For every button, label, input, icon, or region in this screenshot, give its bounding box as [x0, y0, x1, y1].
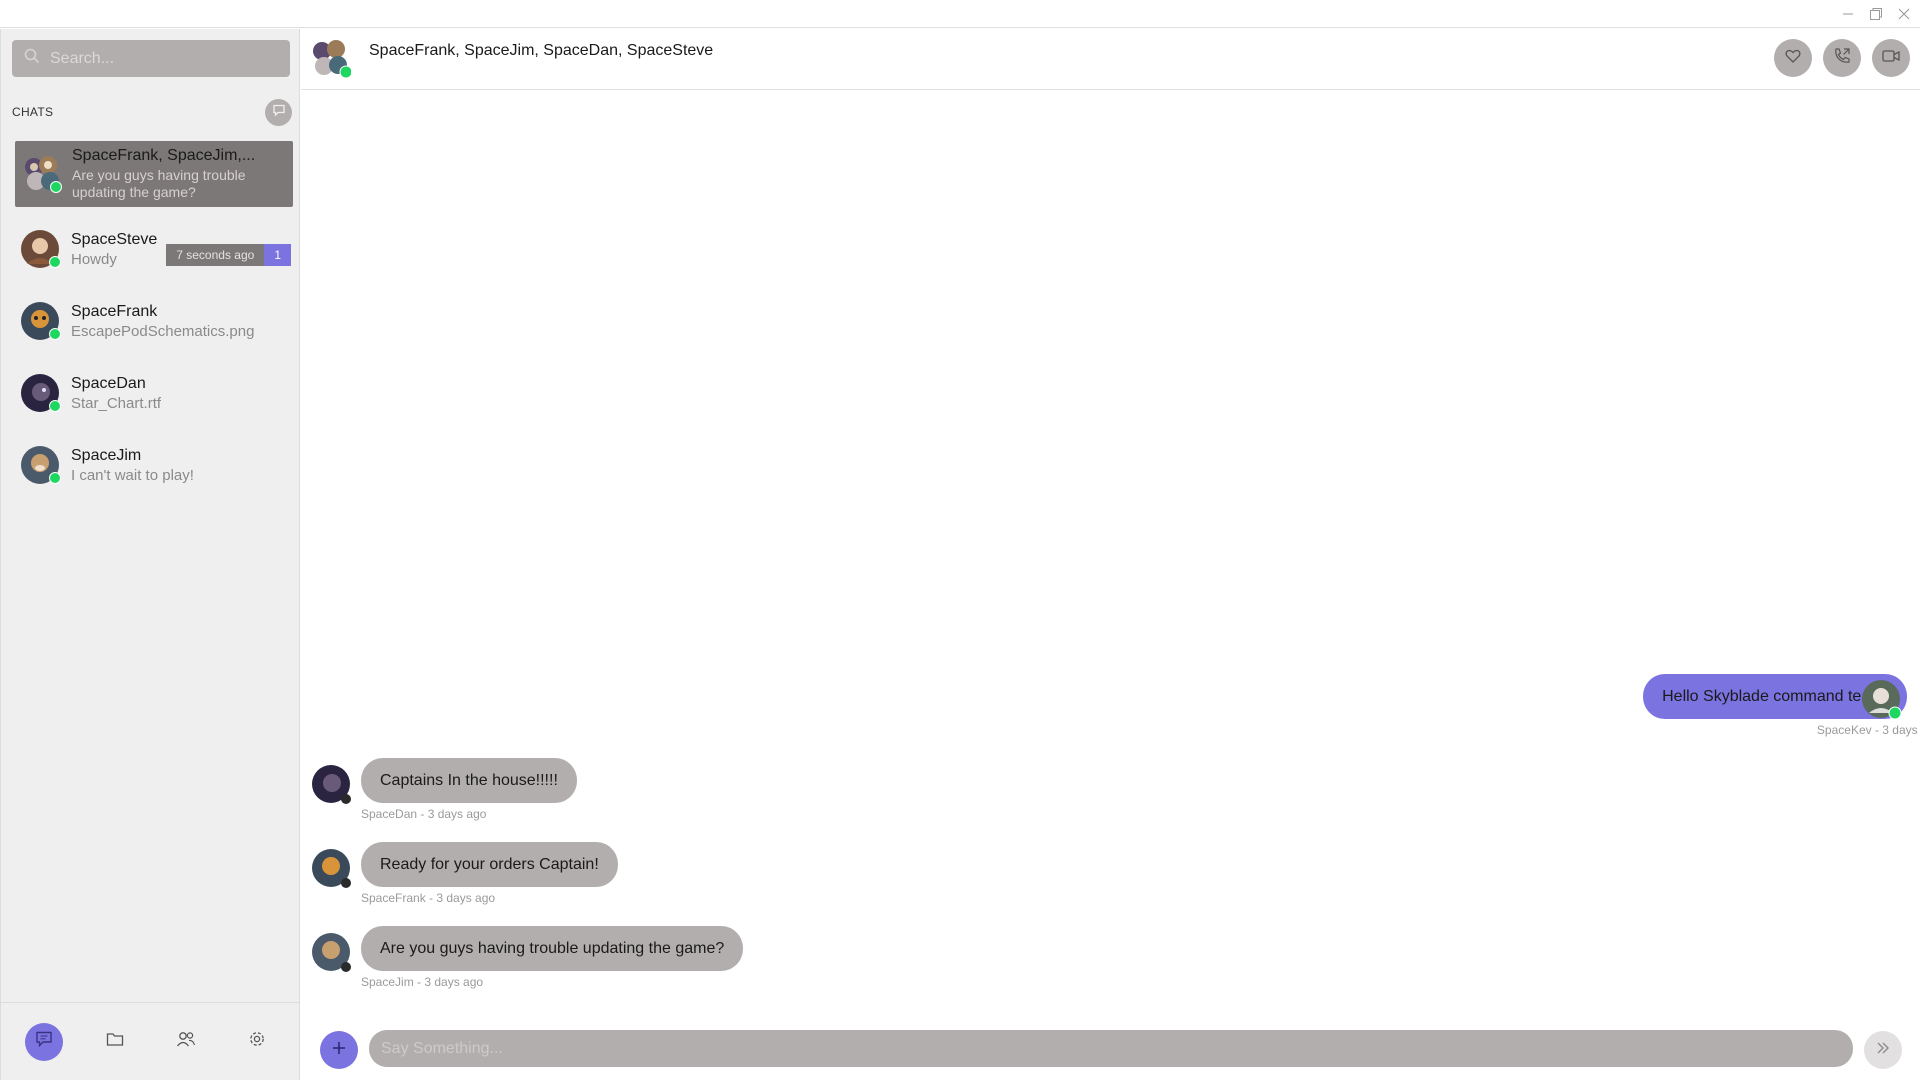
search-input[interactable]: [50, 49, 280, 68]
chat-name: SpaceDan: [71, 374, 146, 392]
message-meta: SpaceJim - 3 days ago: [361, 975, 484, 989]
online-indicator: [50, 181, 62, 193]
chat-item-group[interactable]: SpaceFrank, SpaceJim,... Are you guys ha…: [15, 141, 293, 207]
message-bubble: Are you guys having trouble updating the…: [361, 926, 744, 971]
chat-actions: [1774, 39, 1910, 77]
spacefrank-avatar: [21, 302, 61, 340]
window-controls: [1838, 4, 1914, 24]
group-avatar: [311, 39, 353, 79]
message-spacejim: Are you guys having trouble updating the…: [361, 926, 744, 989]
new-chat-icon: [272, 103, 286, 122]
bottom-nav: [1, 1002, 300, 1080]
folder-icon: [106, 1031, 124, 1052]
message-meta: SpaceFrank - 3 days ago: [361, 891, 496, 905]
search-icon: [24, 48, 40, 69]
restore-icon[interactable]: [1866, 4, 1886, 24]
chat-list: SpaceFrank, SpaceJim,... Are you guys ha…: [1, 141, 301, 501]
unread-count-badge: 1: [264, 244, 291, 266]
online-indicator: [49, 472, 61, 484]
online-indicator: [49, 328, 61, 340]
spacekev-avatar: [1862, 680, 1902, 720]
add-attachment-button[interactable]: [320, 1031, 358, 1069]
spacesteve-avatar: [21, 230, 61, 268]
chat-item-spacefrank[interactable]: SpaceFrank EscapePodSchematics.png: [1, 285, 301, 357]
online-indicator: [49, 256, 61, 268]
close-icon[interactable]: [1894, 4, 1914, 24]
favorite-button[interactable]: [1774, 39, 1812, 77]
nav-files-button[interactable]: [96, 1023, 134, 1061]
search-box[interactable]: [12, 40, 290, 77]
chat-item-spacedan[interactable]: SpaceDan Star_Chart.rtf: [1, 357, 301, 429]
chat-preview: Are you guys having trouble updating the…: [72, 167, 246, 200]
message-mine: Hello Skyblade command team! SpaceKev - …: [1575, 674, 1920, 737]
group-avatar: [22, 155, 62, 193]
nav-contacts-button[interactable]: [167, 1023, 205, 1061]
spacedan-avatar: [312, 765, 351, 804]
gear-icon: [248, 1030, 266, 1053]
message-input[interactable]: [369, 1030, 1853, 1067]
send-icon: [1875, 1040, 1891, 1061]
spacefrank-avatar: [312, 849, 351, 888]
message-meta: SpaceDan - 3 days ago: [361, 807, 487, 821]
composer: [301, 1017, 1920, 1080]
chat-preview: I can't wait to play!: [71, 466, 194, 484]
chat-name: SpaceSteve: [71, 230, 158, 248]
minimize-icon[interactable]: [1838, 4, 1858, 24]
chat-title: SpaceFrank, SpaceJim, SpaceDan, SpaceSte…: [369, 42, 714, 59]
chat-preview: Star_Chart.rtf: [71, 394, 162, 412]
window-titlebar: [0, 0, 1920, 28]
chat-pane: SpaceFrank, SpaceJim, SpaceDan, SpaceSte…: [301, 29, 1920, 1080]
chat-name: SpaceJim: [71, 446, 142, 464]
message-spacefrank: Ready for your orders Captain! SpaceFran…: [361, 842, 618, 905]
chat-item-spacejim[interactable]: SpaceJim I can't wait to play!: [1, 429, 301, 501]
message-meta: SpaceKev - 3 days ago: [1816, 723, 1920, 737]
chat-meta-row: 7 seconds ago 1: [166, 244, 291, 266]
chat-preview: Howdy: [71, 250, 117, 268]
chat-name: SpaceFrank, SpaceJim,...: [72, 147, 256, 164]
chat-preview: EscapePodSchematics.png: [71, 322, 255, 340]
plus-icon: [331, 1040, 347, 1061]
chat-name: SpaceFrank: [71, 302, 158, 320]
new-chat-button[interactable]: [265, 99, 292, 126]
phone-icon: [1833, 47, 1851, 70]
send-button[interactable]: [1864, 1031, 1902, 1069]
message-bubble: Ready for your orders Captain!: [361, 842, 618, 887]
video-call-button[interactable]: [1872, 39, 1910, 77]
nav-chats-button[interactable]: [25, 1022, 64, 1061]
users-icon: [176, 1030, 196, 1053]
heart-icon: [1785, 48, 1801, 69]
message-spacedan: Captains In the house!!!!! SpaceDan - 3 …: [361, 758, 577, 821]
time-badge: 7 seconds ago: [166, 244, 265, 266]
video-icon: [1882, 49, 1900, 68]
online-indicator: [49, 400, 61, 412]
voice-call-button[interactable]: [1823, 39, 1861, 77]
chat-header: SpaceFrank, SpaceJim, SpaceDan, SpaceSte…: [301, 29, 1920, 90]
spacejim-avatar: [312, 933, 351, 972]
chat-icon: [35, 1030, 53, 1053]
spacejim-avatar: [21, 446, 61, 484]
nav-settings-button[interactable]: [238, 1023, 276, 1061]
message-bubble: Captains In the house!!!!!: [361, 758, 577, 803]
chats-header: CHATS: [12, 105, 54, 119]
spacedan-avatar: [21, 374, 61, 412]
sidebar: CHATS SpaceFrank, SpaceJim,... Ar: [0, 29, 300, 1080]
